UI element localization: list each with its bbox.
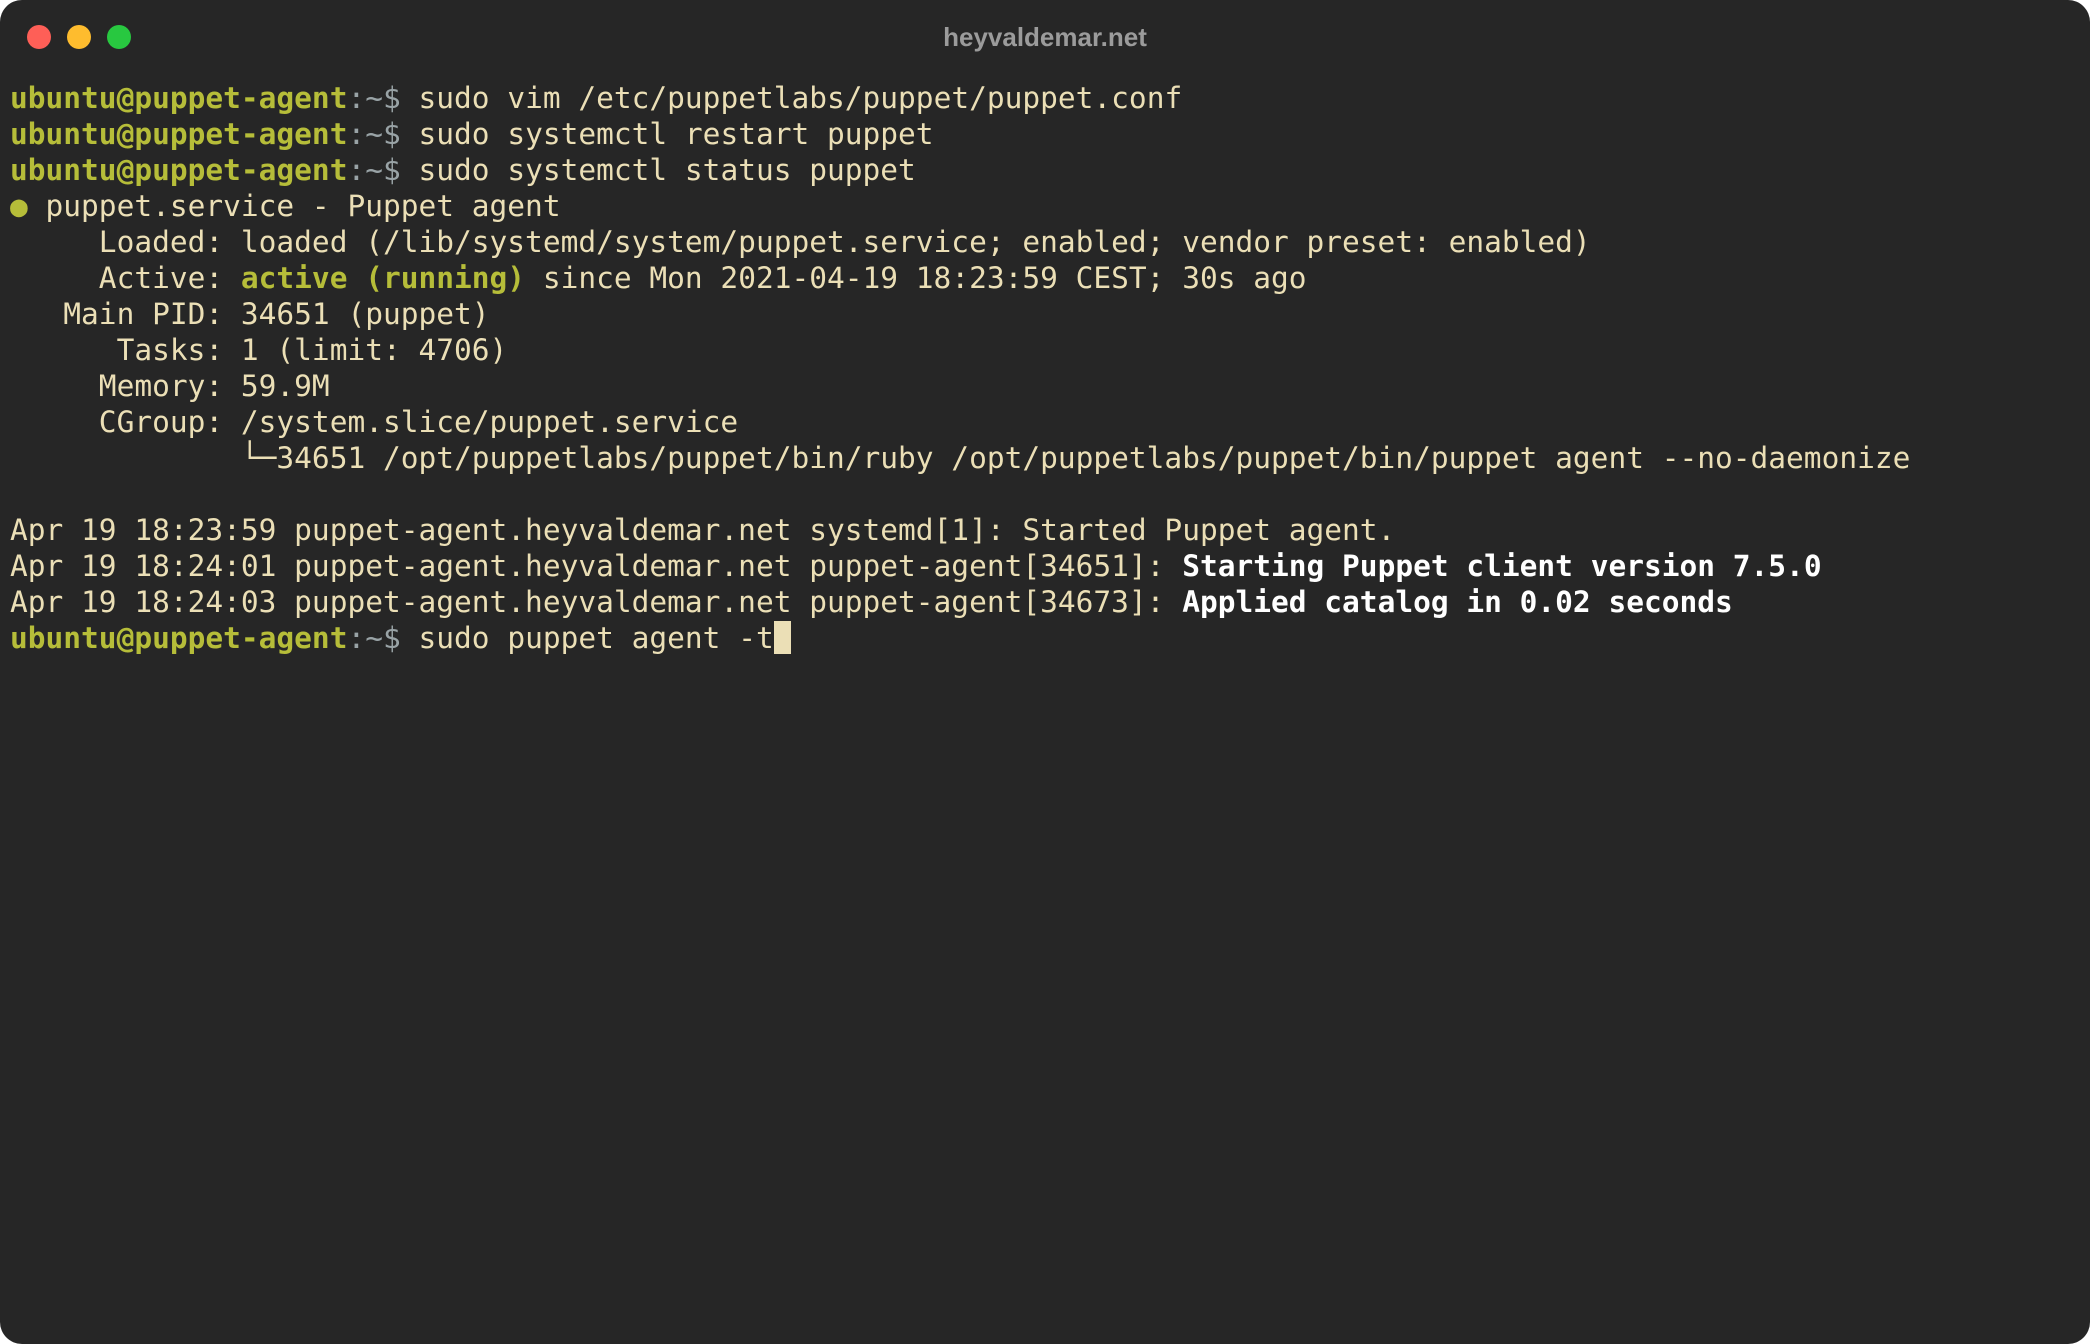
prompt-user-host: ubuntu@puppet-agent (10, 153, 348, 187)
log-line: Apr 19 18:23:59 puppet-agent.heyvaldemar… (10, 513, 1396, 547)
command-line: ubuntu@puppet-agent:~$ sudo systemctl st… (10, 152, 1910, 188)
prompt-separator: : (347, 117, 366, 151)
prompt-user-host: ubuntu@puppet-agent (10, 117, 348, 151)
command-text: sudo systemctl status puppet (418, 153, 916, 187)
command-text: sudo vim /etc/puppetlabs/puppet/puppet.c… (418, 81, 1183, 115)
status-dot-icon: ● (10, 189, 28, 223)
log-prefix: Apr 19 18:24:01 puppet-agent.heyvaldemar… (10, 549, 1183, 583)
command-line: ubuntu@puppet-agent:~$ sudo vim /etc/pup… (10, 80, 1910, 116)
log-message: Starting Puppet client version 7.5.0 (1182, 549, 1822, 583)
command-line: ubuntu@puppet-agent:~$ sudo systemctl re… (10, 116, 1910, 152)
title-bar[interactable]: heyvaldemar.net (0, 0, 2090, 72)
prompt-path: ~$ (365, 621, 419, 655)
prompt-path: ~$ (365, 81, 419, 115)
log-line: Apr 19 18:24:03 puppet-agent.heyvaldemar… (10, 584, 1910, 620)
status-memory: Memory: 59.9M (10, 369, 330, 403)
prompt-path: ~$ (365, 117, 419, 151)
status-cgroup: CGroup: /system.slice/puppet.service (10, 405, 739, 439)
text-cursor (773, 621, 791, 654)
status-header-text: puppet.service - Puppet agent (27, 189, 561, 223)
status-tasks: Tasks: 1 (limit: 4706) (10, 333, 508, 367)
prompt-user-host: ubuntu@puppet-agent (10, 81, 348, 115)
prompt-separator: : (347, 81, 366, 115)
current-command-input[interactable]: sudo puppet agent -t (419, 621, 774, 655)
log-message: Applied catalog in 0.02 seconds (1182, 585, 1733, 619)
log-line: Apr 19 18:24:01 puppet-agent.heyvaldemar… (10, 548, 1910, 584)
command-text: sudo systemctl restart puppet (418, 117, 934, 151)
status-active-since: since Mon 2021-04-19 18:23:59 CEST; 30s … (525, 261, 1307, 295)
status-loaded: Loaded: loaded (/lib/systemd/system/pupp… (10, 225, 1591, 259)
prompt-user-host: ubuntu@puppet-agent (10, 621, 348, 655)
status-main-pid: Main PID: 34651 (puppet) (10, 297, 490, 331)
terminal-window: heyvaldemar.net ubuntu@puppet-agent:~$ s… (0, 0, 2090, 1344)
status-header: ● puppet.service - Puppet agent (10, 188, 1910, 224)
status-active-state: active (running) (240, 261, 526, 295)
prompt-path: ~$ (365, 153, 419, 187)
log-prefix: Apr 19 18:24:03 puppet-agent.heyvaldemar… (10, 585, 1183, 619)
prompt-separator: : (347, 153, 366, 187)
status-cgroup-process: └─34651 /opt/puppetlabs/puppet/bin/ruby … (10, 441, 1911, 475)
prompt-separator: : (347, 621, 366, 655)
terminal-output[interactable]: ubuntu@puppet-agent:~$ sudo vim /etc/pup… (10, 80, 1910, 656)
status-active: Active: active (running) since Mon 2021-… (10, 260, 1910, 296)
active-command-line[interactable]: ubuntu@puppet-agent:~$ sudo puppet agent… (10, 620, 1910, 656)
window-title: heyvaldemar.net (943, 22, 1147, 52)
status-active-label: Active: (10, 261, 241, 295)
